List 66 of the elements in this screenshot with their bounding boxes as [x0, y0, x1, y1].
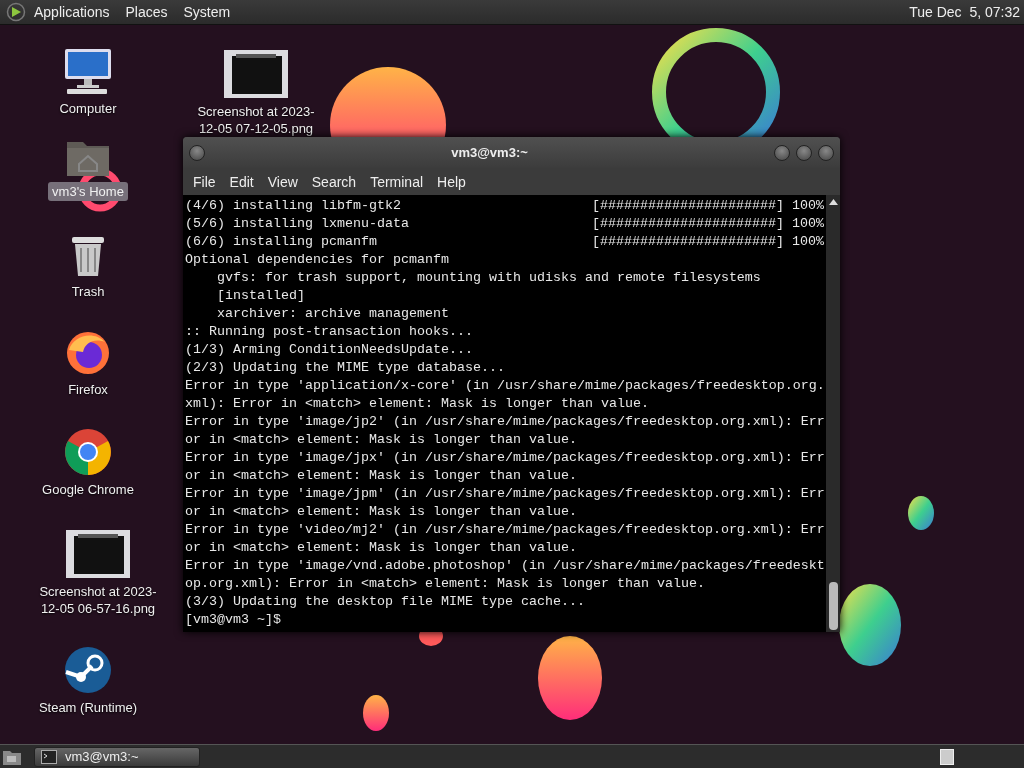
- desktop-icon-label[interactable]: Trash: [67, 282, 109, 301]
- terminal-line: or in <match> element: Mask is longer than value.: [185, 503, 577, 521]
- desktop-icon-label[interactable]: Computer: [55, 99, 121, 118]
- menu-item[interactable]: Edit: [225, 173, 264, 190]
- workspace-icon[interactable]: [940, 748, 954, 765]
- terminal-line: [installed]: [216, 287, 305, 305]
- terminal-line: (3/3) Updating the desktop file MIME type cache...: [185, 593, 585, 611]
- firefox-icon: [65, 330, 111, 376]
- terminal-line: xarchiver: archive management: [216, 305, 449, 323]
- desktop-icon-label[interactable]: Google Chrome: [38, 480, 138, 499]
- trash-icon: [69, 234, 107, 278]
- terminal-line: or in <match> element: Mask is longer than value.: [185, 431, 577, 449]
- app-menu-icon[interactable]: [6, 2, 26, 22]
- terminal-line: :: Running post-transaction hooks...: [185, 323, 473, 341]
- terminal-line: Error in type 'application/x-core' (in /usr/share/mime/packages/freedesktop.org.: [185, 377, 825, 395]
- terminal-icon: [41, 749, 57, 764]
- terminal-line: Error in type 'image/jpx' (in /usr/share/mime/packages/freedesktop.org.xml): Err: [185, 449, 825, 467]
- panel-menu[interactable]: Places: [117, 4, 176, 20]
- wallpaper-bubble: [908, 496, 934, 530]
- taskbar-button[interactable]: vm3@vm3:~: [34, 746, 200, 767]
- panel-menu[interactable]: Applications: [26, 4, 118, 20]
- terminal-line: xml): Error in <match> element: Mask is longer than value.: [185, 395, 649, 413]
- desktop-icon-label[interactable]: vm3's Home: [48, 182, 128, 201]
- menu-item[interactable]: File: [189, 173, 226, 190]
- terminal-line: Error in type 'image/jp2' (in /usr/share/mime/packages/freedesktop.org.xml): Err: [185, 413, 825, 431]
- chrome-icon: [64, 428, 112, 476]
- window-title: vm3@vm3:~: [450, 145, 529, 160]
- menu-item[interactable]: Search: [307, 173, 367, 190]
- menu-item[interactable]: View: [263, 173, 308, 190]
- scrollbar[interactable]: [826, 195, 840, 632]
- clock[interactable]: Tue Dec 5, 07:32: [909, 4, 1024, 20]
- terminal-line: or in <match> element: Mask is longer than value.: [185, 467, 577, 485]
- computer-icon: [63, 47, 113, 95]
- terminal-line: (6/6) installing pcmanfm: [185, 233, 377, 251]
- terminal-line: Error in type 'image/jpm' (in /usr/share/mime/packages/freedesktop.org.xml): Err: [185, 485, 825, 503]
- menu-item[interactable]: Terminal: [366, 173, 434, 190]
- terminal-line: Error in type 'image/vnd.adobe.photoshop' (in /usr/share/mime/packages/freedeskt: [185, 557, 825, 575]
- terminal-line: gvfs: for trash support, mounting with udisks and remote filesystems: [216, 269, 761, 287]
- terminal-line: (2/3) Updating the MIME type database...: [185, 359, 505, 377]
- terminal-line: op.org.xml): Error in <match> element: Mask is longer than value.: [185, 575, 705, 593]
- close-button[interactable]: [818, 144, 834, 161]
- terminal-line: (1/3) Arming ConditionNeedsUpdate...: [185, 341, 473, 359]
- screenshot-thumbnail: [66, 530, 130, 578]
- scroll-up-icon[interactable]: [828, 199, 838, 205]
- scrollbar-thumb[interactable]: [828, 582, 838, 630]
- terminal-line: Error in type 'video/mj2' (in /usr/share/mime/packages/freedesktop.org.xml): Err: [185, 521, 825, 539]
- panel-menu[interactable]: System: [175, 4, 239, 20]
- screenshot-thumbnail: [224, 50, 288, 98]
- maximize-button[interactable]: [796, 144, 812, 161]
- terminal-line: [vm3@vm3 ~]$: [185, 611, 281, 629]
- menu-item[interactable]: Help: [433, 173, 476, 190]
- steam-icon: [64, 646, 112, 694]
- terminal-line: (4/6) installing libfm-gtk2: [185, 197, 401, 215]
- window-menu-button[interactable]: [189, 144, 205, 161]
- terminal-line: Optional dependencies for pcmanfm: [185, 251, 449, 269]
- desktop-icon-label[interactable]: Screenshot at 2023-12-05 07-12-05.png: [188, 102, 324, 138]
- progress-text: [######################] 100%: [592, 233, 824, 251]
- progress-text: [######################] 100%: [592, 197, 824, 215]
- minimize-button[interactable]: [774, 144, 790, 161]
- desktop-icon-label[interactable]: Screenshot at 2023-12-05 06-57-16.png: [30, 582, 166, 618]
- wallpaper-bubble: [363, 695, 389, 731]
- desktop-icon-label[interactable]: Steam (Runtime): [34, 698, 142, 717]
- desktop-icon-label[interactable]: Firefox: [64, 380, 112, 399]
- terminal-line: (5/6) installing lxmenu-data: [185, 215, 409, 233]
- terminal-line: or in <match> element: Mask is longer than value.: [185, 539, 577, 557]
- progress-text: [######################] 100%: [592, 215, 824, 233]
